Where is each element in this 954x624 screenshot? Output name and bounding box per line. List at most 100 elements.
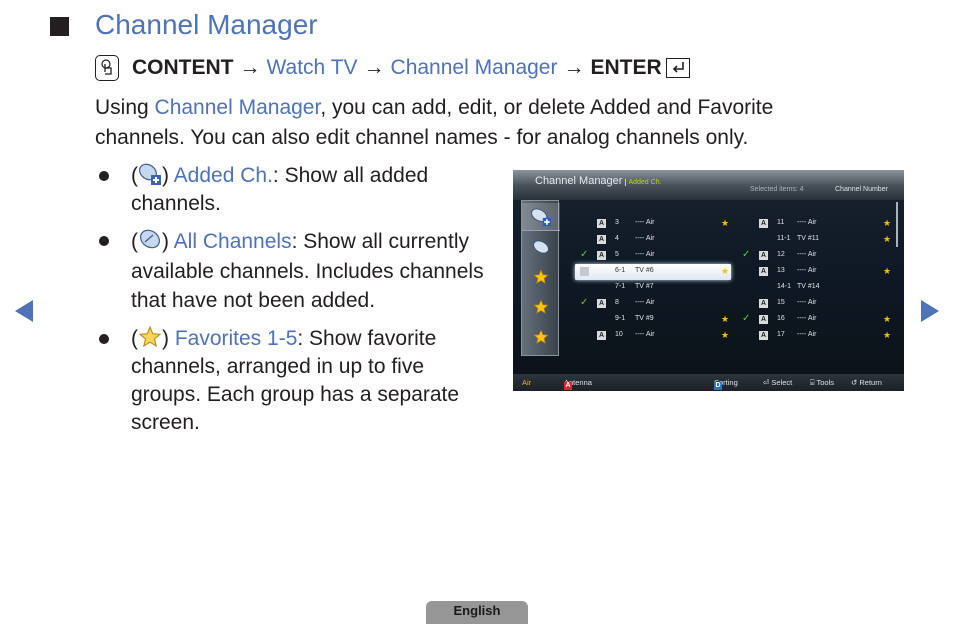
channel-column-2: A 11 ---- Air ★ 11-1 TV #11 ★ ✓ A 12 ---- Air A 13 --… [737,216,893,344]
language-tab[interactable]: English [426,601,528,624]
favorite-star-icon: ★ [721,218,730,228]
selected-items: Selected items: 4 [750,186,804,193]
path-watch-tv: Watch TV [266,56,358,79]
channel-number: 15 [777,299,785,306]
tv-title: Channel Manager Added Ch. [535,175,662,187]
antenna-icon: A [759,315,768,324]
channel-name: ---- Air [797,299,817,306]
return-button[interactable]: ↺ Return [851,378,882,387]
channel-number: 16 [777,315,785,322]
list-item: () Favorites 1-5: Show favorite channels… [95,325,495,437]
section-title: Channel Manager [95,9,318,40]
channel-row[interactable]: 7-1 TV #7 [575,280,731,296]
favorite-star-icon: ★ [721,314,730,324]
path-content: CONTENT [132,56,234,79]
checkbox[interactable] [580,267,589,276]
previous-page-arrow[interactable] [15,300,33,322]
antenna-button[interactable]: A Antenna [564,378,592,390]
channel-row[interactable]: A 3 ---- Air ★ [575,216,731,232]
channel-row[interactable]: 14-1 TV #14 [737,280,893,296]
favorite-star-icon: ★ [883,266,892,276]
list-item: () Added Ch.: Show all added channels. [95,162,495,218]
sidebar-item-favorites-2[interactable] [522,293,560,321]
channel-row[interactable]: 11-1 TV #11 ★ [737,232,893,248]
antenna-icon: A [597,331,606,340]
tv-subtitle: Added Ch. [625,179,662,186]
check-icon: ✓ [580,297,589,308]
blue-key-icon: D [714,382,722,390]
favorite-star-icon: ★ [883,234,892,244]
tools-label: Tools [816,378,834,387]
channel-column-1: A 3 ---- Air ★ A 4 ---- Air ✓ A 5 ---- Air 6-1 TV #6… [575,216,731,344]
channel-name: ---- Air [797,219,817,226]
path-arrow: → [239,56,261,79]
channel-row[interactable]: 6-1 TV #6 ★ [575,264,731,280]
list-item: () All Channels: Show all currently avai… [95,227,495,316]
channel-number: 3 [615,219,619,226]
bullet-label: All Channels [173,230,292,253]
channel-number: 17 [777,331,785,338]
channel-row[interactable]: A 17 ---- Air ★ [737,328,893,344]
antenna-icon: A [597,251,606,260]
channel-number: 8 [615,299,619,306]
channel-name: ---- Air [635,331,655,338]
channel-number: 5 [615,251,619,258]
return-label: Return [859,378,882,387]
satellite-dish-plus-icon [531,207,551,226]
antenna-icon: A [759,299,768,308]
channel-row[interactable]: 9-1 TV #9 ★ [575,312,731,328]
channel-number: 13 [777,267,785,274]
satellite-dish-icon [138,228,162,252]
select-button[interactable]: ⏎ Select [763,378,792,387]
channel-number: 14-1 [777,283,792,290]
sorting-button[interactable]: D Sorting [714,378,738,390]
tools-button[interactable]: ⌸ Tools [810,378,834,388]
intro-prefix: Using [95,96,155,119]
channel-manager-screenshot: Channel Manager Added Ch. Selected items:… [513,170,904,391]
channel-number: 12 [777,251,785,258]
sidebar-item-favorites-1[interactable] [522,263,560,291]
path-channel-manager: Channel Manager [390,56,558,79]
intro-highlight: Channel Manager [154,96,321,119]
channel-name: ---- Air [635,299,655,306]
path-enter: ENTER [590,56,662,79]
channel-row[interactable]: A 10 ---- Air ★ [575,328,731,344]
channel-row[interactable]: ✓ A 16 ---- Air ★ [737,312,893,328]
antenna-icon: A [759,267,768,276]
star-icon [533,299,549,314]
channel-row[interactable]: A 15 ---- Air [737,296,893,312]
tv-header: Channel Manager Added Ch. Selected items:… [513,170,904,200]
tv-title-text: Channel Manager [535,175,623,187]
sidebar-item-added-ch[interactable] [522,203,560,231]
bullet-label: Added Ch. [173,164,273,187]
channel-row[interactable]: ✓ A 5 ---- Air [575,248,731,264]
antenna-icon: A [597,219,606,228]
antenna-icon: A [759,251,768,260]
channel-number: 11 [777,219,785,226]
antenna-icon: A [597,235,606,244]
favorite-star-icon: ★ [883,218,892,228]
channel-row[interactable]: A 4 ---- Air [575,232,731,248]
channel-row[interactable]: A 13 ---- Air ★ [737,264,893,280]
favorite-star-icon: ★ [883,314,892,324]
channel-name: ---- Air [635,235,655,242]
red-key-icon: A [564,382,572,390]
channel-name: ---- Air [635,219,655,226]
sidebar-item-all-channels[interactable] [522,233,560,261]
enter-icon [665,58,690,78]
channel-number: 10 [615,331,623,338]
satellite-dish-plus-icon [138,162,162,186]
sidebar-item-favorites-3[interactable] [522,323,560,351]
bullet-label: Favorites 1-5 [174,326,298,350]
channel-row[interactable]: ✓ A 8 ---- Air [575,296,731,312]
channel-number: 11-1 [777,235,791,242]
channel-name: TV #14 [797,283,820,290]
scrollbar[interactable] [896,202,898,247]
channel-row[interactable]: ✓ A 12 ---- Air [737,248,893,264]
intro-paragraph: Using Channel Manager, you can add, edit… [95,93,855,153]
antenna-icon: A [759,219,768,228]
channel-name: TV #7 [635,283,654,290]
channel-number: 6-1 [615,267,626,274]
next-page-arrow[interactable] [921,300,939,322]
channel-row[interactable]: A 11 ---- Air ★ [737,216,893,232]
